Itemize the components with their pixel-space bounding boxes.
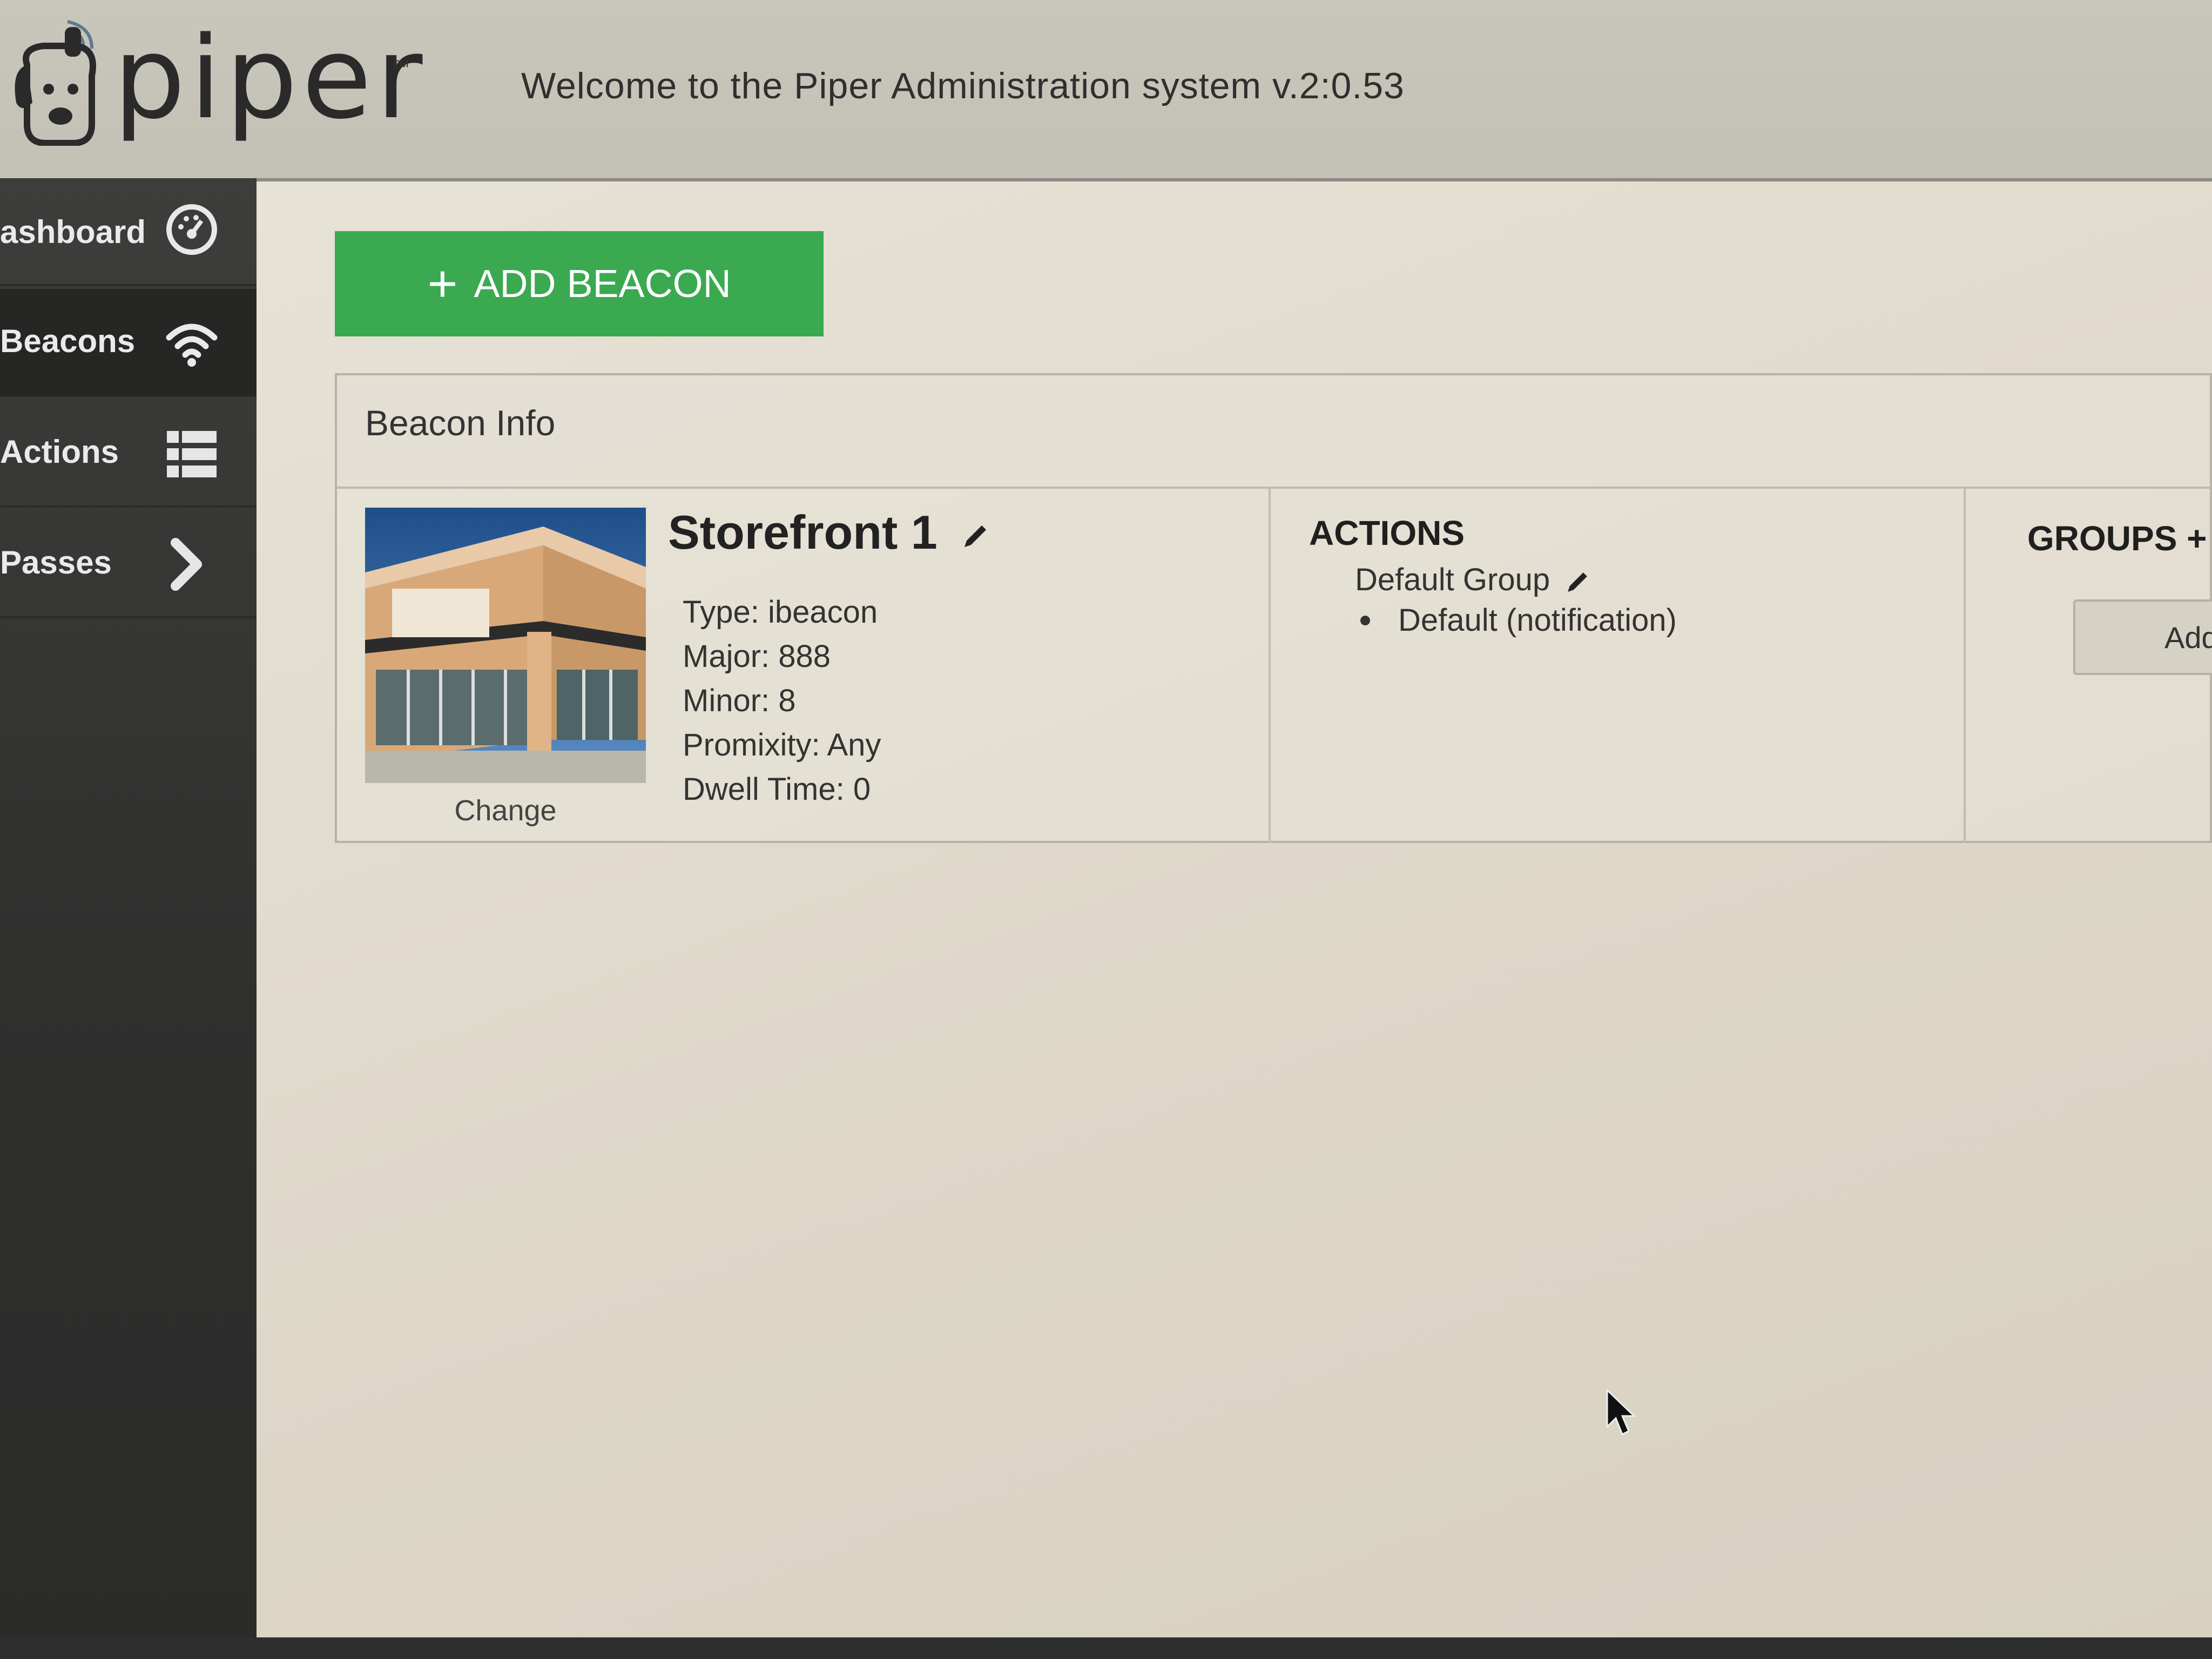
add-beacon-button[interactable]: + ADD BEACON	[335, 231, 824, 336]
sidebar-item-label: Actions	[0, 434, 119, 470]
welcome-message: Welcome to the Piper Administration syst…	[521, 65, 1405, 106]
beacon-major: Major: 888	[683, 639, 831, 674]
action-group-name: Default Group	[1355, 562, 1550, 597]
action-item[interactable]: Default (notification)	[1398, 602, 1677, 638]
edit-pencil-icon[interactable]	[960, 521, 990, 551]
beacon-type: Type: ibeacon	[683, 595, 878, 630]
add-group-label: Add	[2164, 620, 2212, 655]
edit-pencil-icon[interactable]	[1564, 569, 1591, 596]
beacon-name-text: Storefront 1	[668, 505, 938, 559]
sidebar-item-actions[interactable]: Actions	[0, 400, 257, 508]
actions-heading: ACTIONS	[1309, 514, 1465, 552]
sidebar-item-label: Passes	[0, 544, 112, 581]
wifi-icon	[166, 323, 218, 367]
change-image-link[interactable]: Change	[365, 794, 646, 827]
sidebar-item-label: Beacons	[0, 323, 136, 359]
piper-logo[interactable]: piper ™	[5, 5, 422, 146]
beacon-name: Storefront 1	[668, 505, 990, 560]
groups-heading[interactable]: GROUPS +	[2027, 518, 2207, 558]
sidebar-item-label: ashboard	[0, 214, 146, 250]
add-group-button[interactable]: Add	[2073, 599, 2212, 675]
list-bullet	[1360, 616, 1370, 625]
sidebar: ashboard Beacons Actions Passes	[0, 178, 257, 1659]
sidebar-item-beacons[interactable]: Beacons	[0, 289, 257, 397]
action-group: Default Group	[1355, 562, 1591, 598]
piper-dog-icon	[15, 20, 96, 146]
trademark-symbol: ™	[392, 57, 410, 77]
beacon-proximity: Promixity: Any	[683, 727, 881, 763]
dashboard-gauge-icon	[166, 204, 217, 255]
storefront-photo	[365, 508, 646, 783]
plus-icon: +	[427, 254, 458, 313]
app-header: piper ™ Welcome to the Piper Administrat…	[0, 0, 2212, 181]
beacon-image	[365, 508, 646, 783]
beacon-dwell-time: Dwell Time: 0	[683, 772, 871, 807]
beacon-minor: Minor: 8	[683, 683, 796, 718]
chevron-right-icon	[171, 538, 202, 591]
column-divider	[1269, 489, 1271, 843]
screen-bezel	[0, 1637, 2212, 1659]
sidebar-item-passes[interactable]: Passes	[0, 510, 257, 618]
sidebar-item-dashboard[interactable]: ashboard	[0, 178, 257, 286]
logo-wordmark: piper	[113, 12, 427, 144]
panel-title: Beacon Info	[365, 403, 556, 443]
main-content: + ADD BEACON Beacon Info Change Storefro…	[257, 181, 2212, 1640]
column-divider	[1964, 489, 1966, 843]
panel-header: Beacon Info	[337, 375, 2210, 489]
list-icon	[167, 431, 217, 477]
add-beacon-label: ADD BEACON	[474, 262, 731, 306]
mouse-cursor-icon	[1606, 1389, 1636, 1436]
beacon-info-panel: Beacon Info Change Storefront 1 Type: ib…	[335, 373, 2212, 843]
